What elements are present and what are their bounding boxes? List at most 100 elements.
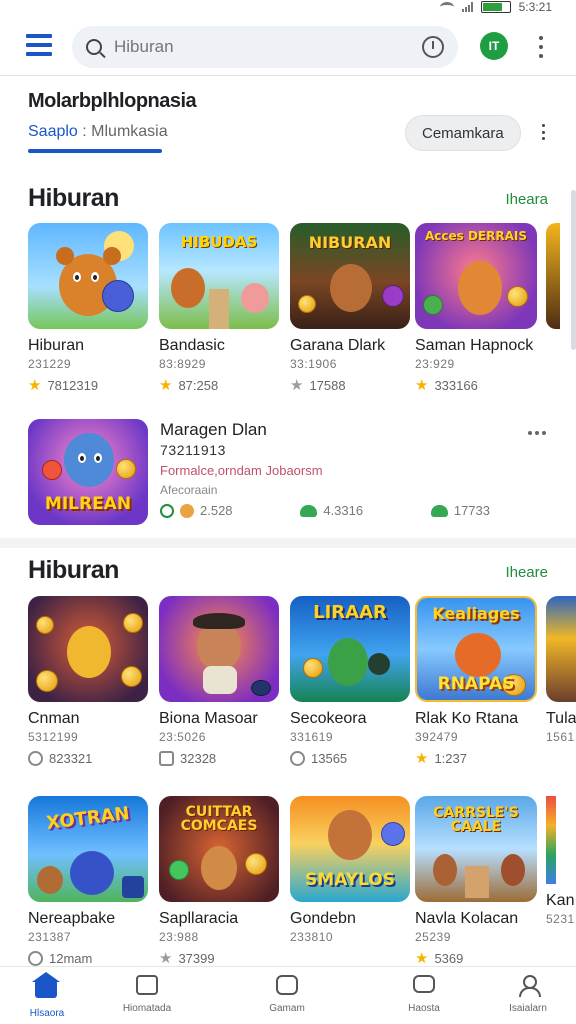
app-tile[interactable]: Acces DERRAIS Saman Hapnock 23:929 ★ 3331… [415, 223, 537, 393]
search-bar[interactable] [72, 26, 458, 68]
comment-icon [28, 751, 43, 766]
featured-more-icon[interactable] [528, 431, 546, 435]
app-tile[interactable]: HIBUDAS Bandasic 83:8929 ★ 87:258 [159, 223, 279, 393]
app-code: 5312199 [28, 730, 79, 744]
app-thumbnail: Acces DERRAIS [415, 223, 537, 329]
app-tile[interactable]: Biona Masoar 23:5026 32328 [159, 596, 279, 766]
android-icon [300, 504, 318, 517]
coin-icon [180, 503, 194, 518]
thumbnail-subtitle: RNAPAS [437, 674, 515, 694]
app-thumbnail [28, 223, 148, 329]
app-name: Rlak Ko Rtana [415, 710, 519, 727]
star-icon: ★ [415, 377, 429, 394]
featured-tag: Afecoraain [160, 483, 218, 497]
app-tile[interactable]: XOTRAN Nereapbake 231387 12mam [28, 796, 148, 966]
app-tile[interactable]: Cnman 5312199 823321 [28, 596, 148, 766]
app-name: Navla Kolacan [415, 910, 519, 927]
app-name: Biona Masoar [159, 710, 258, 727]
profile-icon [516, 975, 541, 997]
verified-icon [160, 503, 174, 518]
category-pill-button[interactable]: Cemamkara [405, 115, 521, 151]
chat-icon [412, 975, 436, 997]
search-input[interactable] [114, 37, 422, 57]
section-more-link[interactable]: Iheare [505, 564, 548, 581]
app-thumbnail: CUITTAR COMCAES [159, 796, 279, 902]
app-rating: ★ 5369 [415, 951, 535, 966]
nav-item-home[interactable]: Hlsaora [0, 975, 97, 1019]
partial-app-thumbnail[interactable] [546, 223, 560, 329]
voice-search-icon[interactable] [422, 36, 444, 58]
app-tile[interactable]: CARRSLE'S CAALE Navla Kolacan 25239 ★ 536… [415, 796, 537, 966]
app-tile[interactable]: LIRAAR Secokeora 331619 13565 [290, 596, 410, 766]
rating-value: 32328 [180, 751, 217, 766]
thumbnail-title: Kealiages [432, 604, 520, 623]
meta-item: 4.3316 [300, 503, 363, 518]
thumbnail-title: Acces DERRAIS [424, 229, 527, 243]
nav-item-profile[interactable]: Isaialarn [478, 975, 576, 1014]
vertical-scrollbar[interactable] [571, 190, 576, 350]
comment-icon [28, 951, 43, 966]
account-avatar[interactable]: IT [480, 32, 508, 60]
thumbnail-title: SMAYLOS [305, 870, 395, 890]
partial-app-tile[interactable]: Tula 1561 [546, 596, 576, 744]
app-tile[interactable]: CUITTAR COMCAES Sapllaracia 23:988 ★ 3739… [159, 796, 279, 966]
app-code: 33:1906 [290, 357, 337, 371]
app-thumbnail: HIBUDAS [159, 223, 279, 329]
meta-item: 2.528 [160, 503, 233, 518]
menu-icon[interactable] [26, 34, 52, 56]
star-icon: ★ [159, 950, 173, 967]
app-code: 233810 [290, 930, 334, 944]
nav-item-puzzle[interactable]: Hiomatada [97, 975, 197, 1014]
section-title: Hiburan [28, 184, 119, 212]
rating-value: 12mam [49, 951, 93, 966]
search-icon [86, 39, 102, 55]
nav-item-games[interactable]: Gamam [237, 975, 337, 1014]
app-rating: 32328 [159, 751, 279, 766]
more-options-icon[interactable] [536, 36, 546, 58]
rating-value: 823321 [49, 751, 93, 766]
section-divider [0, 538, 576, 548]
page-header: Molarbplhlopnasia Saaplo : Mlumkasia Cem… [28, 90, 548, 153]
app-rating: ★ 333166 [415, 378, 535, 393]
header-divider [0, 75, 576, 76]
app-thumbnail: LIRAAR [290, 596, 410, 702]
rating-value: 87:258 [178, 378, 219, 393]
thumbnail-title: CUITTAR COMCAES [180, 804, 258, 834]
header-more-icon[interactable] [542, 124, 546, 140]
meta-item: 17733 [430, 503, 490, 518]
app-code: 331619 [290, 730, 334, 744]
app-thumbnail: XOTRAN [28, 796, 148, 902]
active-tab-indicator [28, 149, 162, 153]
app-thumbnail: CARRSLE'S CAALE [415, 796, 537, 902]
bottom-navigation: Hlsaora Hiomatada Gamam Haosta Isaialarn [0, 966, 576, 1024]
meta-value: 4.3316 [323, 503, 364, 518]
app-code: 25239 [415, 930, 451, 944]
section-more-link[interactable]: Iheara [505, 191, 548, 208]
app-thumbnail [28, 596, 148, 702]
app-name: Gondebn [290, 910, 356, 927]
subtitle-link[interactable]: Saaplo [28, 123, 78, 140]
featured-app[interactable]: MILREAN Maragen Dlan 73211913 Formalce,o… [28, 419, 548, 525]
status-bar: 5:3:21 [0, 0, 576, 16]
app-code: 1561 [546, 730, 575, 744]
app-tile[interactable]: Kealiages RNAPAS Rlak Ko Rtana 392479 ★ 1… [415, 596, 537, 766]
status-time: 5:3:21 [518, 0, 552, 14]
rating-value: 5369 [434, 951, 464, 966]
partial-app-tile[interactable]: Kan 5231 [546, 796, 576, 926]
app-name: Secokeora [290, 710, 367, 727]
thumbnail-title: CARRSLE'S CAALE [433, 805, 519, 835]
thumbnail-title: HIBUDAS [180, 233, 258, 251]
rating-value: 13565 [311, 751, 348, 766]
puzzle-icon [135, 975, 159, 997]
star-icon: ★ [290, 377, 304, 394]
app-name: Tula [546, 710, 576, 727]
app-name: Hiburan [28, 337, 85, 354]
app-tile[interactable]: SMAYLOS Gondebn 233810 [290, 796, 410, 951]
nav-item-chat[interactable]: Haosta [374, 975, 474, 1014]
app-tile[interactable]: Hiburan 231229 ★ 7812319 [28, 223, 148, 393]
app-name: Kan [546, 892, 575, 909]
star-icon: ★ [28, 377, 42, 394]
app-name: Sapllaracia [159, 910, 239, 927]
app-tile[interactable]: NIBURAN Garana Dlark 33:1906 ★ 17588 [290, 223, 410, 393]
page-title: Molarbplhlopnasia [28, 90, 197, 112]
